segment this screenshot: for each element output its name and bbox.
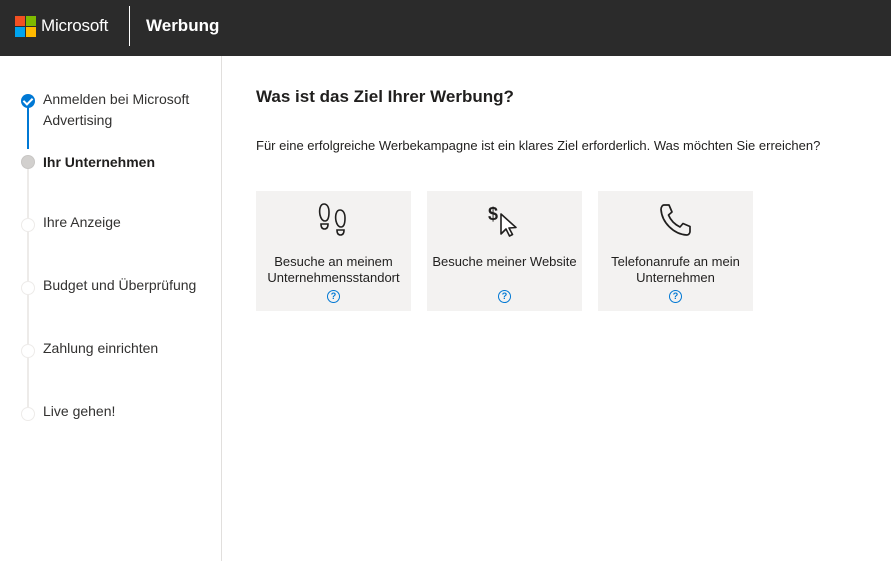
step-connector	[27, 107, 29, 149]
goal-card-store-visits[interactable]: Besuche an meinem Unternehmensstandort ?	[256, 191, 411, 311]
step-pending-dot-icon	[21, 218, 35, 232]
brand-name[interactable]: Microsoft	[41, 14, 108, 38]
step-label: Anmelden bei Microsoft Advertising	[43, 91, 190, 128]
goal-card-website-visits[interactable]: $ Besuche meiner Website ?	[427, 191, 582, 311]
microsoft-logo-icon[interactable]	[15, 16, 36, 37]
app-title: Werbung	[146, 16, 220, 35]
help-icon[interactable]: ?	[327, 290, 340, 303]
help-icon[interactable]: ?	[498, 290, 511, 303]
help-icon[interactable]: ?	[669, 290, 682, 303]
phone-icon	[660, 204, 691, 236]
goal-card-phone-calls[interactable]: Telefonanrufe an mein Unternehmen ?	[598, 191, 753, 311]
footprints-icon	[318, 203, 346, 236]
goal-label: Telefonanrufe an mein Unternehmen	[611, 254, 740, 285]
step-done-check-icon	[21, 94, 35, 108]
step-label: Ihr Unternehmen	[43, 154, 156, 170]
dollar-cursor-icon: $	[488, 204, 517, 237]
step-pending-dot-icon	[21, 281, 35, 295]
goal-label: Besuche meiner Website	[432, 254, 577, 269]
step-label: Live gehen!	[43, 403, 116, 419]
goal-label: Besuche an meinem Unternehmensstandort	[267, 254, 400, 285]
step-pending-dot-icon	[21, 344, 35, 358]
step-connector	[27, 295, 29, 344]
step-label: Zahlung einrichten	[43, 340, 159, 356]
step-current-dot-icon	[21, 155, 35, 169]
step-connector	[27, 169, 29, 218]
page-title: Was ist das Ziel Ihrer Werbung?	[256, 87, 514, 106]
header-divider	[129, 6, 130, 46]
step-connector	[27, 358, 29, 407]
step-connector	[27, 232, 29, 281]
step-pending-dot-icon	[21, 407, 35, 421]
top-bar: Microsoft Werbung	[0, 0, 891, 56]
svg-text:$: $	[488, 204, 498, 224]
step-label: Budget und Überprüfung	[43, 277, 197, 293]
page-description: Für eine erfolgreiche Werbekampagne ist …	[256, 138, 821, 153]
step-label: Ihre Anzeige	[43, 214, 121, 230]
setup-stepper	[0, 56, 222, 561]
